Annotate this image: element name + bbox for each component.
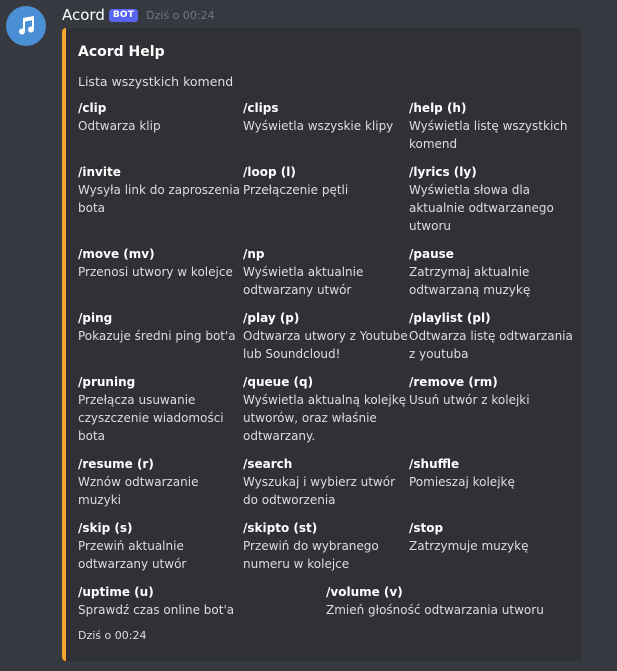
embed-field: /remove (rm) Usuń utwór z kolejki	[409, 373, 574, 409]
embed-field: /move (mv) Przenosi utwory w kolejce	[78, 245, 243, 281]
field-value: Wysyła link do zaproszenia bota	[78, 183, 241, 215]
embed-field: /uptime (u) Sprawdź czas online bot'a	[78, 583, 318, 619]
message-header: Acord BOT Dziś o 00:24	[62, 4, 215, 26]
embed-footer-timestamp: Dziś o 00:24	[78, 629, 147, 642]
field-name: /lyrics (ly)	[409, 165, 477, 179]
field-value: Wyświetla słowa dla aktualnie odtwarzane…	[409, 183, 554, 233]
field-name: /skip (s)	[78, 521, 133, 535]
help-embed: Acord Help Lista wszystkich komend /clip…	[62, 28, 582, 661]
field-value: Przełącza usuwanie czyszczenie wiadomośc…	[78, 393, 224, 443]
field-value: Przenosi utwory w kolejce	[78, 265, 233, 279]
embed-title: Acord Help	[78, 44, 165, 60]
message-timestamp[interactable]: Dziś o 00:24	[146, 9, 214, 22]
embed-field: /play (p) Odtwarza utwory z Youtube lub …	[243, 309, 408, 363]
field-name: /np	[243, 247, 265, 261]
embed-field: /clip Odtwarza klip	[78, 99, 243, 135]
field-name: /search	[243, 457, 293, 471]
field-name: /move (mv)	[78, 247, 155, 261]
embed-field: /clips Wyświetla wszyskie klipy	[243, 99, 408, 135]
field-value: Wyświetla listę wszystkich komend	[409, 119, 568, 151]
field-name: /ping	[78, 311, 113, 325]
field-value: Przełączenie pętli	[243, 183, 349, 197]
embed-field: /skipto (st) Przewiń do wybranego numeru…	[243, 519, 408, 573]
field-name: /shuffle	[409, 457, 460, 471]
embed-field: /help (h) Wyświetla listę wszystkich kom…	[409, 99, 574, 153]
embed-field: /invite Wysyła link do zaproszenia bota	[78, 163, 243, 217]
field-value: Odtwarza listę odtwarzania z youtuba	[409, 329, 573, 361]
field-value: Usuń utwór z kolejki	[409, 393, 530, 407]
field-name: /invite	[78, 165, 121, 179]
field-name: /clips	[243, 101, 279, 115]
field-value: Pomieszaj kolejkę	[409, 475, 515, 489]
field-value: Odtwarza utwory z Youtube lub Soundcloud…	[243, 329, 408, 361]
embed-field: /queue (q) Wyświetla aktualną kolejkę ut…	[243, 373, 408, 445]
field-name: /remove (rm)	[409, 375, 498, 389]
embed-field: /ping Pokazuje średni ping bot'a	[78, 309, 243, 345]
field-value: Wyszukaj i wybierz utwór do odtworzenia	[243, 475, 395, 507]
field-value: Wyświetla aktualnie odtwarzany utwór	[243, 265, 364, 297]
field-value: Pokazuje średni ping bot'a	[78, 329, 236, 343]
field-value: Odtwarza klip	[78, 119, 161, 133]
field-name: /loop (l)	[243, 165, 296, 179]
embed-field: /playlist (pl) Odtwarza listę odtwarzani…	[409, 309, 574, 363]
embed-field: /pruning Przełącza usuwanie czyszczenie …	[78, 373, 243, 445]
bot-badge: BOT	[108, 8, 139, 22]
embed-field: /shuffle Pomieszaj kolejkę	[409, 455, 574, 491]
field-name: /skipto (st)	[243, 521, 318, 535]
field-name: /stop	[409, 521, 444, 535]
field-name: /clip	[78, 101, 107, 115]
embed-field: /loop (l) Przełączenie pętli	[243, 163, 408, 199]
field-name: /queue (q)	[243, 375, 314, 389]
music-note-icon	[19, 16, 35, 35]
embed-field: /skip (s) Przewiń aktualnie odtwarzany u…	[78, 519, 243, 573]
embed-field: /search Wyszukaj i wybierz utwór do odtw…	[243, 455, 408, 509]
embed-field: /pause Zatrzymaj aktualnie odtwarzaną mu…	[409, 245, 574, 299]
field-value: Zatrzymaj aktualnie odtwarzaną muzykę	[409, 265, 531, 297]
field-value: Wyświetla wszyskie klipy	[243, 119, 394, 133]
embed-field: /lyrics (ly) Wyświetla słowa dla aktualn…	[409, 163, 574, 235]
embed-field: /stop Zatrzymuje muzykę	[409, 519, 574, 555]
field-name: /help (h)	[409, 101, 467, 115]
field-name: /play (p)	[243, 311, 300, 325]
embed-field: /volume (v) Zmień głośność odtwarzania u…	[326, 583, 566, 619]
field-name: /volume (v)	[326, 585, 403, 599]
embed-field: /resume (r) Wznów odtwarzanie muzyki	[78, 455, 243, 509]
field-value: Przewiń aktualnie odtwarzany utwór	[78, 539, 187, 571]
embed-description: Lista wszystkich komend	[78, 74, 234, 89]
field-name: /pause	[409, 247, 454, 261]
avatar[interactable]	[6, 6, 46, 46]
embed-field: /np Wyświetla aktualnie odtwarzany utwór	[243, 245, 408, 299]
username[interactable]: Acord	[62, 6, 105, 24]
field-value: Sprawdź czas online bot'a	[78, 603, 235, 617]
field-value: Wyświetla aktualną kolejkę utworów, oraz…	[243, 393, 407, 443]
field-value: Zmień głośność odtwarzania utworu	[326, 603, 544, 617]
field-name: /playlist (pl)	[409, 311, 491, 325]
field-value: Przewiń do wybranego numeru w kolejce	[243, 539, 379, 571]
field-name: /pruning	[78, 375, 136, 389]
field-name: /uptime (u)	[78, 585, 154, 599]
field-name: /resume (r)	[78, 457, 154, 471]
field-value: Zatrzymuje muzykę	[409, 539, 529, 553]
field-value: Wznów odtwarzanie muzyki	[78, 475, 199, 507]
